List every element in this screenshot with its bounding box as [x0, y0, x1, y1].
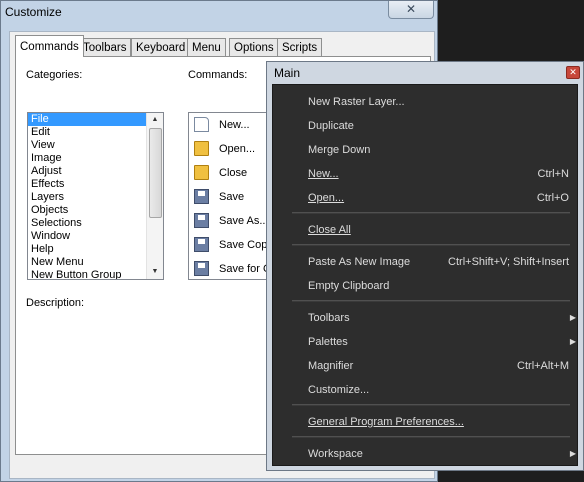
menu-item-label: General Program Preferences... [308, 416, 464, 428]
menu-item-shortcut: Ctrl+N [537, 168, 569, 180]
menu-item-label: New... [308, 168, 339, 180]
menu-separator [292, 300, 570, 302]
category-item-help[interactable]: Help [28, 243, 163, 256]
menu-title: Main [274, 66, 301, 80]
menu-item-general-program-preferences[interactable]: General Program Preferences... [273, 412, 579, 432]
save-disk-icon [194, 189, 209, 204]
category-item-layers[interactable]: Layers [28, 191, 163, 204]
menu-item-label: Close All [308, 224, 351, 236]
submenu-arrow-icon: ▶ [569, 449, 576, 458]
command-label: Save [219, 191, 245, 203]
save-for-office-icon [194, 261, 209, 276]
categories-scrollbar[interactable]: ▲ ▼ [146, 113, 163, 279]
menu-item-close-all[interactable]: Close All [273, 220, 579, 240]
save-copy-icon [194, 237, 209, 252]
close-folder-icon [194, 165, 209, 180]
submenu-arrow-icon: ▶ [569, 337, 576, 346]
menu-item-open[interactable]: Open... Ctrl+O [273, 188, 579, 208]
command-item-open[interactable]: Open... [189, 137, 277, 161]
category-item-window[interactable]: Window [28, 230, 163, 243]
menu-body: New Raster Layer... Duplicate Merge Down… [272, 84, 578, 466]
menu-item-paste-as-new-image[interactable]: Paste As New Image Ctrl+Shift+V; Shift+I… [273, 252, 579, 272]
menu-item-label: Toolbars [308, 312, 350, 324]
menu-item-shortcut: Ctrl+Alt+M [517, 360, 569, 372]
category-item-edit[interactable]: Edit [28, 126, 163, 139]
menu-item-label: Palettes [308, 336, 348, 348]
commands-label: Commands: [188, 69, 248, 81]
tab-options[interactable]: Options [229, 38, 279, 56]
dialog-title: Customize [5, 5, 62, 19]
categories-listbox[interactable]: File Edit View Image Adjust Effects Laye… [27, 112, 164, 280]
category-item-new-button-group[interactable]: New Button Group [28, 269, 163, 279]
scrollbar-thumb[interactable] [149, 128, 162, 218]
menu-item-label: New Raster Layer... [308, 96, 405, 108]
tab-toolbars[interactable]: Toolbars [78, 38, 132, 56]
scroll-down-arrow-icon[interactable]: ▼ [147, 265, 163, 279]
command-item-close[interactable]: Close [189, 161, 277, 185]
menu-item-customize[interactable]: Customize... [273, 380, 579, 400]
category-item-file[interactable]: File [28, 113, 147, 126]
menu-item-duplicate[interactable]: Duplicate [273, 116, 579, 136]
command-label: Open... [219, 143, 256, 155]
tab-scripts[interactable]: Scripts [277, 38, 323, 56]
category-item-objects[interactable]: Objects [28, 204, 163, 217]
command-label: Save for O [219, 263, 272, 275]
command-item-save-for-office[interactable]: Save for O [189, 257, 277, 279]
menu-item-shortcut: Ctrl+Shift+V; Shift+Insert [448, 256, 569, 268]
menu-item-label: Open... [308, 192, 345, 204]
command-item-save[interactable]: Save [189, 185, 277, 209]
menu-close-button[interactable]: ✕ [566, 66, 580, 79]
open-folder-icon [194, 141, 209, 156]
menu-separator [292, 212, 570, 214]
commands-listbox[interactable]: New... Open... Close Save Save As... Sav… [188, 112, 278, 280]
dialog-close-button[interactable]: ✕ [388, 1, 434, 19]
command-label: New... [219, 119, 250, 131]
main-menu-window: Main ✕ New Raster Layer... Duplicate Mer… [266, 61, 584, 471]
scroll-up-arrow-icon[interactable]: ▲ [147, 113, 163, 127]
submenu-arrow-icon: ▶ [569, 313, 576, 322]
menu-separator [292, 244, 570, 246]
category-item-view[interactable]: View [28, 139, 163, 152]
menu-item-merge-down[interactable]: Merge Down [273, 140, 579, 160]
menu-item-toolbars[interactable]: Toolbars ▶ [273, 308, 579, 328]
command-item-save-copy[interactable]: Save Copy [189, 233, 277, 257]
menu-item-label: Customize... [308, 384, 370, 396]
menu-item-label: Merge Down [308, 144, 371, 156]
categories-label: Categories: [26, 69, 83, 81]
menu-item-empty-clipboard[interactable]: Empty Clipboard [273, 276, 579, 296]
category-item-image[interactable]: Image [28, 152, 163, 165]
category-item-selections[interactable]: Selections [28, 217, 163, 230]
menu-item-label: Empty Clipboard [308, 280, 390, 292]
tab-menu[interactable]: Menu [187, 38, 226, 56]
command-item-new[interactable]: New... [189, 113, 277, 137]
save-as-icon [194, 213, 209, 228]
menu-separator [292, 404, 570, 406]
command-label: Save As... [219, 215, 269, 227]
new-document-icon [194, 117, 209, 132]
menu-item-palettes[interactable]: Palettes ▶ [273, 332, 579, 352]
menu-separator [292, 436, 570, 438]
menu-item-new[interactable]: New... Ctrl+N [273, 164, 579, 184]
menu-item-label: Duplicate [308, 120, 354, 132]
tab-commands[interactable]: Commands [15, 35, 84, 57]
category-item-new-menu[interactable]: New Menu [28, 256, 163, 269]
command-label: Save Copy [219, 239, 273, 251]
menu-item-shortcut: Ctrl+O [536, 192, 569, 204]
menu-item-workspace[interactable]: Workspace ▶ [273, 444, 579, 464]
menu-item-label: Magnifier [308, 360, 354, 372]
command-label: Close [219, 167, 248, 179]
menu-item-magnifier[interactable]: Magnifier Ctrl+Alt+M [273, 356, 579, 376]
category-item-effects[interactable]: Effects [28, 178, 163, 191]
tab-keyboard[interactable]: Keyboard [131, 38, 191, 56]
command-item-save-as[interactable]: Save As... [189, 209, 277, 233]
menu-item-new-raster-layer[interactable]: New Raster Layer... [273, 92, 579, 112]
description-label: Description: [26, 297, 85, 309]
category-item-adjust[interactable]: Adjust [28, 165, 163, 178]
menu-item-label: Paste As New Image [308, 256, 411, 268]
menu-item-label: Workspace [308, 448, 363, 460]
